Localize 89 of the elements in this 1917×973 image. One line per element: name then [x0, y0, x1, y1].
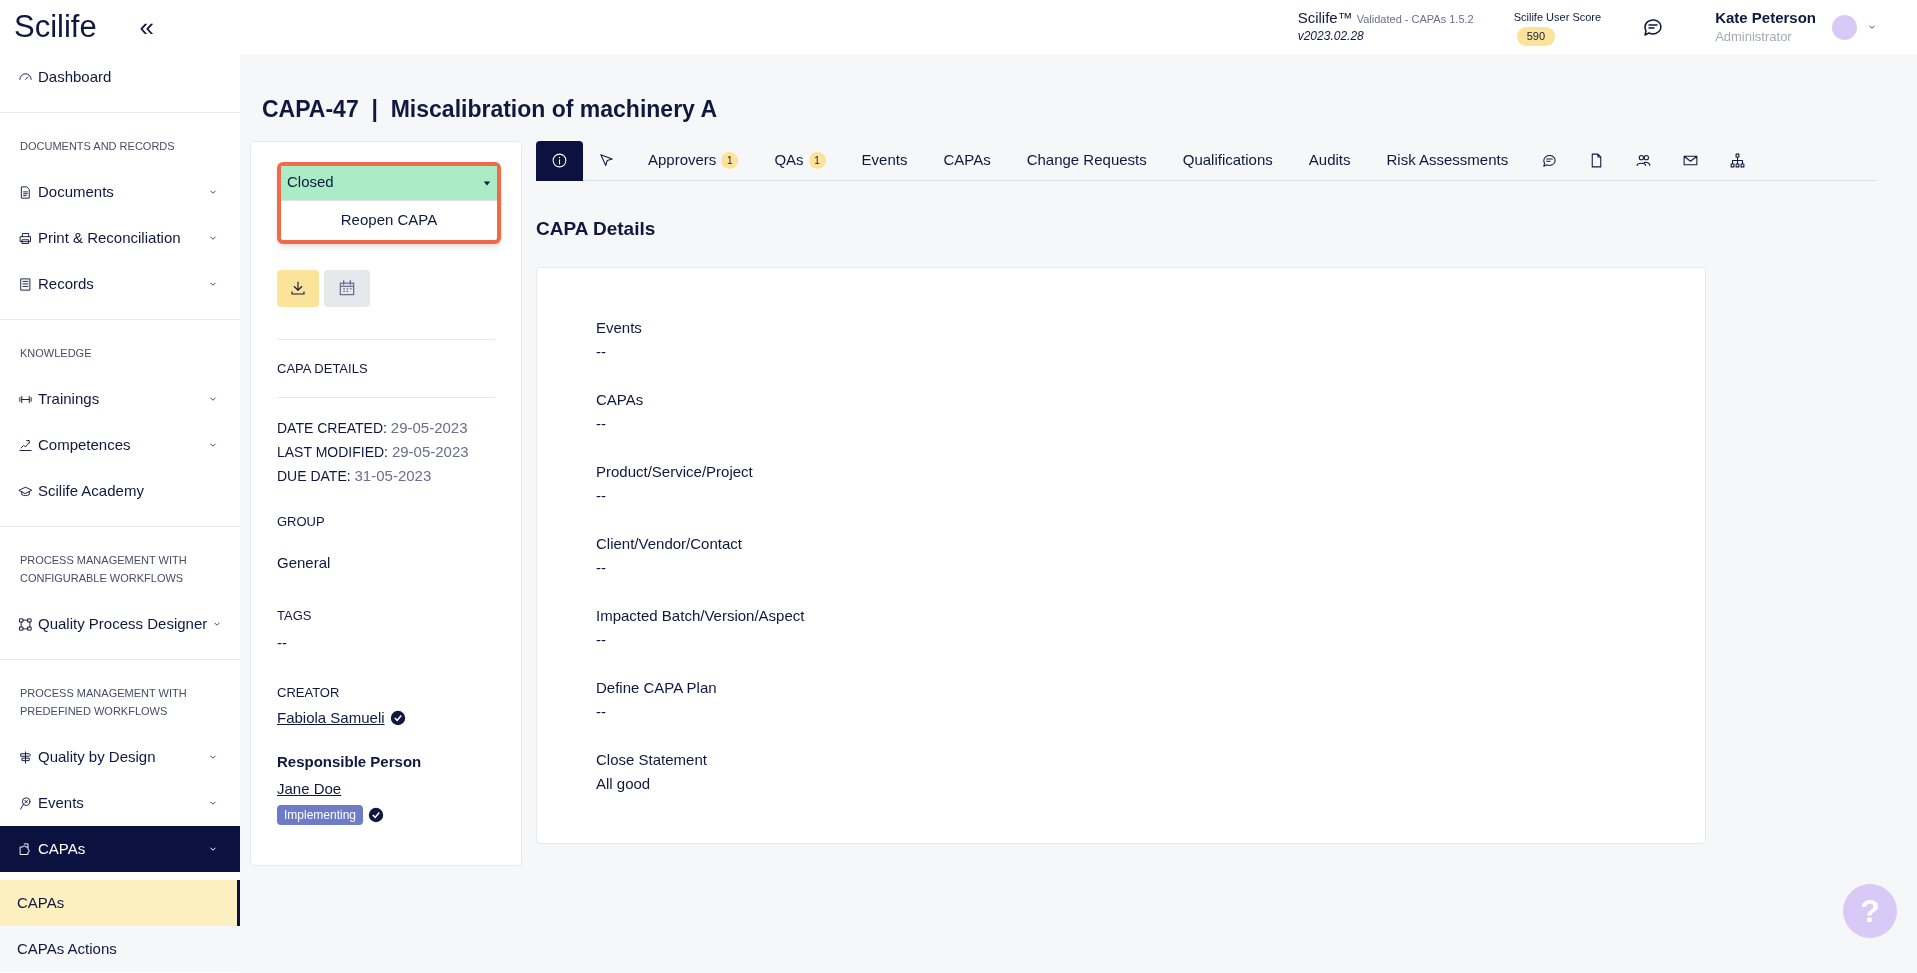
submenu-item[interactable]: CAPAs Actions	[0, 926, 240, 972]
sidebar-item[interactable]: Quality Process Designer	[0, 601, 240, 647]
submenu-item[interactable]: CAPAs	[0, 880, 240, 926]
section-header: KNOWLEDGE	[19, 346, 93, 361]
field-value: All good	[596, 774, 652, 794]
sidebar-item[interactable]: Competences	[0, 422, 240, 468]
count-badge: 1	[808, 152, 826, 169]
field-label: Product/Service/Project	[596, 462, 754, 482]
product-name: Scilife™	[1297, 9, 1353, 26]
field-value: --	[277, 632, 288, 653]
tab[interactable]: Events	[843, 140, 926, 181]
pointer-icon	[598, 152, 615, 169]
tab[interactable]: Risk Assessments	[1368, 140, 1527, 181]
sidebar-item[interactable]: CAPAs	[0, 826, 240, 872]
tab[interactable]: QAs 1	[756, 140, 844, 181]
date-field: DATE CREATED: 29-05-2023	[277, 416, 495, 440]
field-label: Client/Vendor/Contact	[596, 534, 743, 554]
version-date: v2023.02.28	[1297, 28, 1365, 45]
sidebar-item[interactable]: Documents	[0, 169, 240, 215]
tab[interactable]: Audits	[1290, 140, 1369, 181]
field-value: --	[596, 342, 607, 362]
sidebar-item[interactable]: Trainings	[0, 376, 240, 422]
field-value: --	[596, 702, 607, 722]
field-label: Responsible Person	[277, 752, 423, 772]
user-link[interactable]: Fabiola Samueli	[277, 706, 385, 729]
page-title: CAPA-47 | Miscalibration of machinery A	[262, 95, 719, 124]
version-label: Validated - CAPAs 1.5.2	[1356, 12, 1474, 27]
verified-icon	[389, 709, 406, 726]
field-label: GROUP	[277, 513, 326, 531]
date-field: DUE DATE: 31-05-2023	[277, 464, 495, 488]
count-badge: 1	[721, 152, 739, 169]
download-icon	[289, 279, 307, 297]
puzzle-icon	[18, 841, 33, 857]
tab[interactable]: Approvers 1	[630, 140, 757, 181]
field-value: --	[596, 414, 607, 434]
section-header: PROCESS MANAGEMENT WITH CONFIGURABLE WORKFLOWS	[19, 553, 188, 586]
status-dropdown[interactable]: Closed	[281, 165, 497, 200]
field-value: --	[596, 486, 607, 506]
calendar-button[interactable]	[324, 269, 370, 307]
comment-icon	[1541, 152, 1559, 169]
info-icon	[551, 152, 568, 169]
user-role: Administrator	[1715, 28, 1793, 46]
flowchart-icon	[18, 616, 33, 632]
field-value: --	[596, 558, 607, 578]
tab[interactable]: Qualifications	[1164, 140, 1291, 181]
printer-icon	[18, 230, 33, 246]
field-label: CAPAs	[596, 390, 645, 410]
list-icon	[18, 276, 33, 292]
users-icon	[1635, 152, 1653, 169]
user-link[interactable]: Jane Doe	[277, 777, 342, 800]
verified-icon	[368, 806, 385, 823]
document-icon	[18, 184, 33, 200]
tab[interactable]: CAPAs	[925, 140, 1009, 181]
menu-option[interactable]: Reopen CAPA	[281, 199, 497, 240]
field-label: TAGS	[277, 607, 313, 625]
pin-icon	[18, 795, 33, 811]
graduation-cap-icon	[18, 483, 33, 499]
field-value: General	[277, 552, 332, 573]
signpost-icon	[18, 749, 33, 765]
calendar-icon	[337, 278, 357, 298]
field-label: Events	[596, 318, 643, 338]
sidebar-item[interactable]: Events	[0, 780, 240, 826]
tab[interactable]	[536, 140, 583, 181]
field-label: Impacted Batch/Version/Aspect	[596, 606, 806, 626]
field-label: CREATOR	[277, 684, 341, 702]
caret-icon	[483, 178, 491, 187]
field-value: --	[596, 630, 607, 650]
sidebar-item[interactable]: Records	[0, 261, 240, 307]
collapse-button[interactable]: «	[139, 14, 154, 40]
section-header: PROCESS MANAGEMENT WITH PREDEFINED WORKFLOWS	[19, 686, 188, 719]
user-name: Kate Peterson	[1715, 8, 1816, 27]
section-title: CAPA Details	[536, 216, 657, 241]
sidebar-item[interactable]: Scilife Academy	[0, 468, 240, 514]
field-label: Define CAPA Plan	[596, 678, 718, 698]
hierarchy-icon	[1729, 152, 1747, 169]
section-title: CAPA DETAILS	[277, 359, 369, 378]
sidebar-item[interactable]: Quality by Design	[0, 734, 240, 780]
status-badge: Implementing	[277, 804, 364, 825]
download-button[interactable]	[277, 269, 319, 307]
section-header: DOCUMENTS AND RECORDS	[19, 139, 176, 154]
sidebar-item[interactable]: Print & Reconciliation	[0, 215, 240, 261]
score-label: Scilife User Score	[1513, 9, 1602, 25]
field-label: Close Statement	[596, 750, 708, 770]
date-field: LAST MODIFIED: 29-05-2023	[277, 440, 495, 464]
logo: Scilife	[14, 7, 97, 46]
sidebar-item[interactable]: Dashboard	[0, 54, 240, 100]
chart-icon	[18, 437, 33, 453]
score-badge: 590	[1516, 27, 1556, 46]
tab[interactable]: Change Requests	[1008, 140, 1165, 181]
